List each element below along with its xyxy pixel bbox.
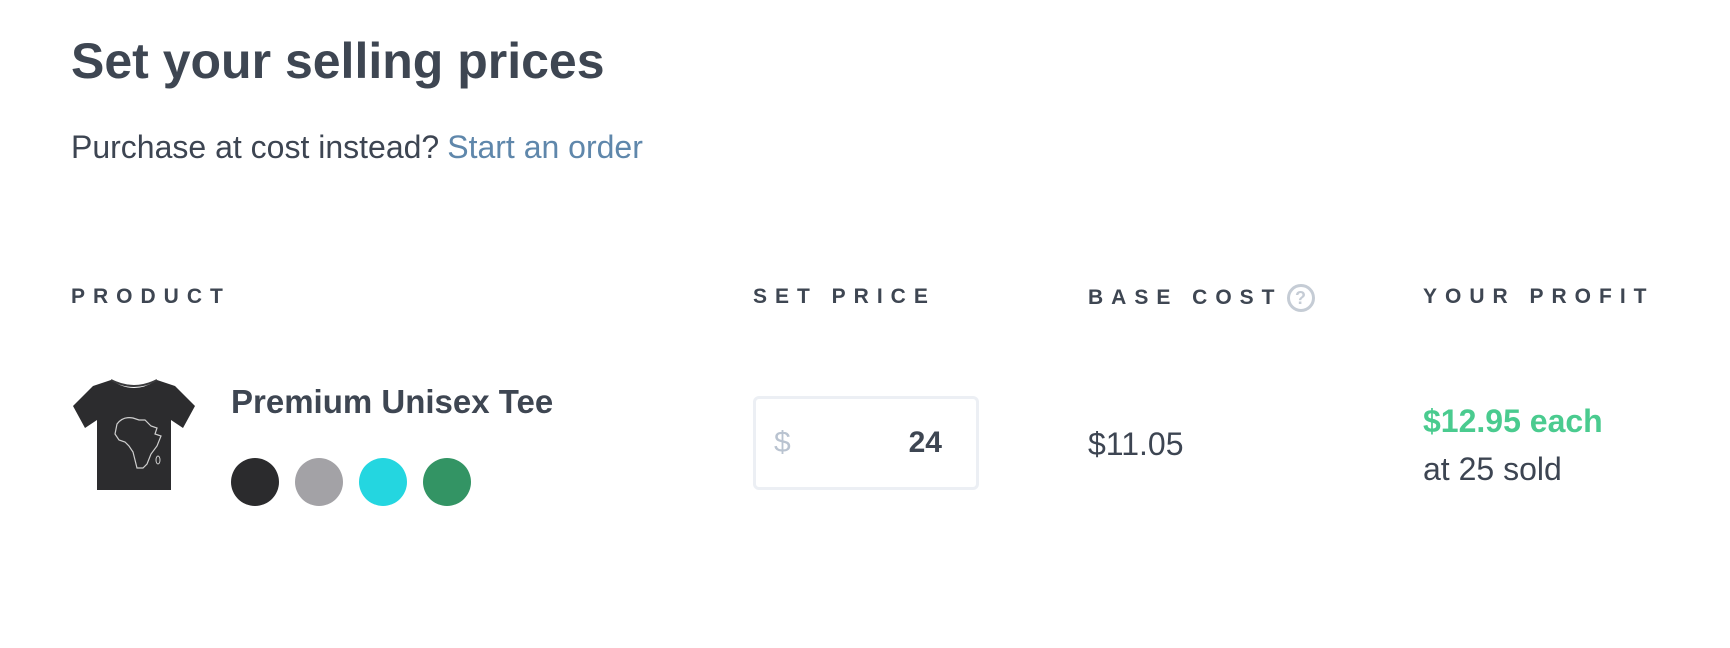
currency-symbol: $ — [774, 426, 791, 459]
purchase-at-cost-line: Purchase at cost instead? Start an order — [71, 126, 643, 168]
profit-each-value: $12.95 each — [1423, 403, 1603, 439]
product-name[interactable]: Premium Unisex Tee — [231, 382, 553, 422]
swatch-green[interactable] — [423, 458, 471, 506]
pricing-page: Set your selling prices Purchase at cost… — [0, 0, 1730, 648]
purchase-at-cost-text: Purchase at cost instead? — [71, 129, 440, 165]
price-input[interactable] — [790, 426, 942, 460]
swatch-black[interactable] — [231, 458, 279, 506]
swatch-cyan[interactable] — [359, 458, 407, 506]
column-header-product: PRODUCT — [71, 285, 231, 308]
page-title: Set your selling prices — [71, 33, 605, 89]
tshirt-thumbnail[interactable] — [71, 376, 196, 494]
help-icon[interactable]: ? — [1286, 284, 1315, 312]
column-header-your-profit: YOUR PROFIT — [1423, 285, 1655, 308]
column-header-set-price: SET PRICE — [753, 285, 936, 308]
base-cost-value: $11.05 — [1088, 426, 1184, 462]
color-swatches — [231, 458, 471, 506]
set-price-field[interactable]: $ — [753, 396, 979, 490]
profit-quantity-text: at 25 sold — [1423, 451, 1562, 487]
swatch-gray[interactable] — [295, 458, 343, 506]
column-header-base-cost-label: BASE COST — [1088, 286, 1283, 309]
start-order-link[interactable]: Start an order — [447, 129, 643, 165]
column-header-base-cost: BASE COST ? — [1088, 284, 1315, 312]
